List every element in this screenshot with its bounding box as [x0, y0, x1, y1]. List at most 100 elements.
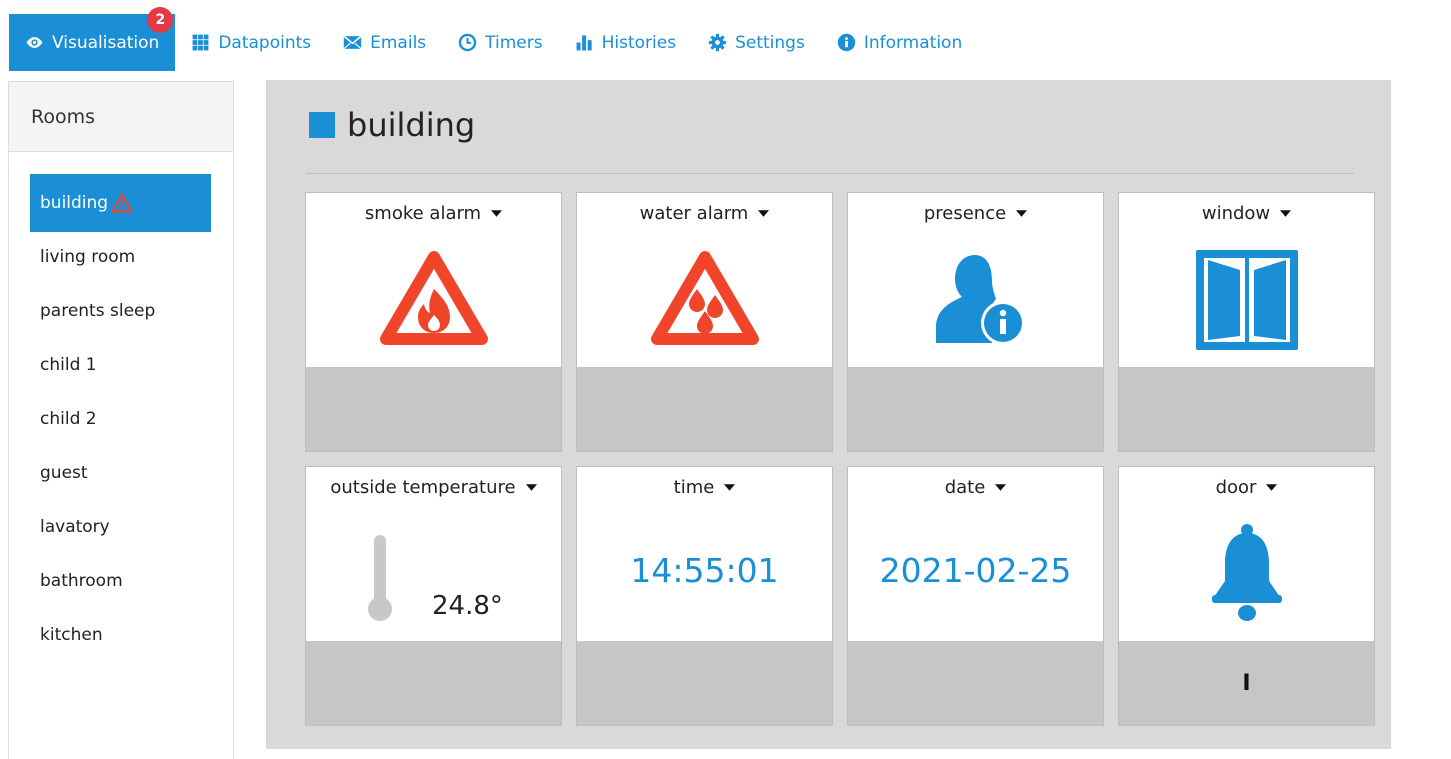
water-warning-icon	[650, 251, 759, 345]
tile-label: window	[1201, 203, 1271, 224]
page-title-text: building	[347, 106, 476, 144]
tab-label: Emails	[370, 32, 427, 53]
tile-header[interactable]: date	[848, 477, 1103, 498]
caret-down-icon	[491, 210, 503, 217]
room-item-parents-sleep[interactable]: parents sleep	[30, 282, 211, 340]
room-label: kitchen	[40, 625, 103, 645]
tile-header[interactable]: window	[1119, 203, 1374, 224]
caret-down-icon	[525, 484, 537, 491]
tab-label: Timers	[485, 32, 543, 53]
tile-presence[interactable]: presence	[847, 192, 1104, 452]
room-item-child-1[interactable]: child 1	[30, 336, 211, 394]
tab-label: Datapoints	[218, 32, 312, 53]
info-icon	[837, 33, 856, 52]
tile-grid: smoke alarm water alarm presence window …	[305, 192, 1375, 726]
grid-icon	[192, 34, 209, 51]
tile-water-alarm[interactable]: water alarm	[576, 192, 833, 452]
tile-smoke-alarm[interactable]: smoke alarm	[305, 192, 562, 452]
tile-header[interactable]: outside temperature	[306, 477, 561, 498]
tile-window[interactable]: window	[1118, 192, 1375, 452]
tile-body: smoke alarm	[306, 193, 561, 367]
door-status: I	[1242, 671, 1251, 696]
tile-label: presence	[923, 203, 1007, 224]
tile-header[interactable]: time	[577, 477, 832, 498]
tab-label: Information	[863, 32, 963, 53]
tab-emails[interactable]: Emails	[327, 14, 442, 71]
tile-header[interactable]: water alarm	[577, 203, 832, 224]
thermometer-icon	[368, 535, 392, 621]
tile-body: door	[1119, 467, 1374, 641]
tile-body: window	[1119, 193, 1374, 367]
room-panel: building smoke alarm water alarm presenc…	[266, 80, 1391, 749]
caret-down-icon	[1016, 210, 1028, 217]
tile-time[interactable]: time 14:55:01	[576, 466, 833, 726]
room-label: guest	[40, 463, 88, 483]
tab-information[interactable]: Information	[821, 14, 978, 71]
room-label: parents sleep	[40, 301, 156, 321]
bell-icon	[1211, 524, 1282, 621]
tile-body: water alarm	[577, 193, 832, 367]
rooms-sidebar: Rooms building living room parents sleep…	[8, 81, 234, 759]
room-label: child 1	[40, 355, 97, 375]
tab-histories[interactable]: Histories	[559, 14, 692, 71]
tile-body: outside temperature 24.8°	[306, 467, 561, 641]
room-item-bathroom[interactable]: bathroom	[30, 552, 211, 610]
tab-label: Histories	[601, 32, 677, 53]
tile-body: presence	[848, 193, 1103, 367]
room-label: child 2	[40, 409, 97, 429]
tile-header[interactable]: presence	[848, 203, 1103, 224]
room-label: lavatory	[40, 517, 110, 537]
room-list: building living room parents sleep child…	[9, 152, 233, 664]
divider	[306, 173, 1354, 174]
tile-body: date 2021-02-25	[848, 467, 1103, 641]
tab-visualisation[interactable]: Visualisation 2	[9, 7, 176, 71]
bar-chart-icon	[576, 35, 592, 51]
person-info-icon	[935, 255, 1025, 345]
caret-down-icon	[724, 484, 736, 491]
caret-down-icon	[1266, 484, 1278, 491]
top-nav: Visualisation 2 Datapoints Emails Timers…	[9, 7, 978, 71]
window-open-icon	[1195, 250, 1298, 350]
room-label: living room	[40, 247, 136, 267]
caret-down-icon	[1280, 210, 1292, 217]
page-title: building	[309, 106, 475, 144]
room-item-guest[interactable]: guest	[30, 444, 211, 502]
room-item-building[interactable]: building	[30, 174, 211, 232]
fire-warning-icon	[379, 251, 488, 345]
tile-label: outside temperature	[330, 477, 516, 498]
temperature-value: 24.8°	[432, 591, 503, 621]
tile-label: date	[944, 477, 986, 498]
eye-icon	[26, 36, 43, 49]
room-color-square	[309, 112, 335, 138]
tile-label: water alarm	[639, 203, 749, 224]
date-value: 2021-02-25	[879, 551, 1072, 590]
tile-label: door	[1215, 477, 1257, 498]
room-item-lavatory[interactable]: lavatory	[30, 498, 211, 556]
room-label: building	[40, 193, 109, 213]
tile-outside-temperature[interactable]: outside temperature 24.8°	[305, 466, 562, 726]
tab-label: Settings	[735, 32, 805, 53]
warning-icon	[111, 193, 133, 213]
tile-header[interactable]: smoke alarm	[306, 203, 561, 224]
tile-door[interactable]: door I	[1118, 466, 1375, 726]
notification-badge: 2	[147, 7, 174, 33]
caret-down-icon	[758, 210, 770, 217]
caret-down-icon	[995, 484, 1007, 491]
room-item-living-room[interactable]: living room	[30, 228, 211, 286]
clock-icon	[458, 33, 477, 52]
room-item-child-2[interactable]: child 2	[30, 390, 211, 448]
time-value: 14:55:01	[630, 551, 779, 590]
tile-header[interactable]: door	[1119, 477, 1374, 498]
tile-label: smoke alarm	[364, 203, 482, 224]
room-label: bathroom	[40, 571, 123, 591]
tile-label: time	[673, 477, 715, 498]
envelope-icon	[343, 35, 362, 50]
tab-label: Visualisation	[52, 32, 160, 53]
tab-timers[interactable]: Timers	[442, 14, 558, 71]
tab-settings[interactable]: Settings	[692, 14, 821, 71]
room-item-kitchen[interactable]: kitchen	[30, 606, 211, 664]
sidebar-title: Rooms	[9, 82, 233, 152]
tab-datapoints[interactable]: Datapoints	[175, 14, 327, 71]
tile-date[interactable]: date 2021-02-25	[847, 466, 1104, 726]
gear-icon	[708, 33, 727, 52]
